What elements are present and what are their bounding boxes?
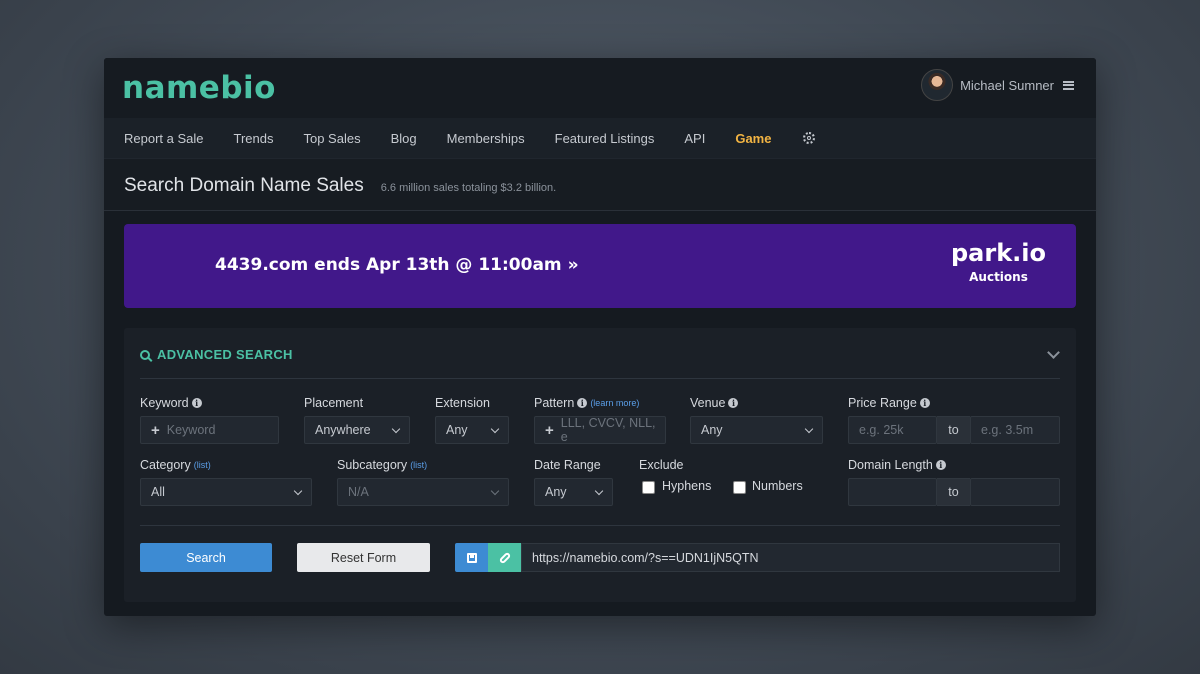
- share-url-field[interactable]: https://namebio.com/?s==UDN1IjN5QTN: [521, 543, 1060, 572]
- info-icon[interactable]: i: [577, 398, 588, 408]
- chevron-down-icon: [391, 424, 401, 434]
- price-max-input[interactable]: e.g. 3.5m: [970, 416, 1060, 444]
- hamburger-menu-icon[interactable]: [1063, 80, 1074, 90]
- numbers-checkbox[interactable]: [733, 481, 746, 494]
- chevron-down-icon: [293, 486, 303, 496]
- chevron-down-icon: [594, 486, 604, 496]
- date-range-label: Date Range: [534, 458, 601, 472]
- keyword-input[interactable]: + Keyword: [140, 416, 279, 444]
- category-label: Category (list): [140, 458, 211, 472]
- banner-text[interactable]: 4439.com ends Apr 13th @ 11:00am »: [215, 255, 579, 275]
- plus-icon[interactable]: +: [545, 423, 554, 438]
- parkio-sub: Auctions: [969, 270, 1028, 284]
- length-to-label: to: [937, 478, 970, 506]
- nav-api[interactable]: API: [684, 131, 705, 146]
- exclude-label: Exclude: [639, 458, 684, 472]
- chevron-down-icon[interactable]: [1047, 346, 1060, 359]
- chevron-down-icon: [490, 486, 500, 496]
- advanced-search-panel: ADVANCED SEARCH Keyword i Placement Exten…: [124, 328, 1076, 602]
- pattern-learn-more-link[interactable]: (learn more): [590, 398, 639, 408]
- link-icon: [498, 551, 511, 564]
- placement-select[interactable]: Anywhere: [304, 416, 410, 444]
- nav-trends[interactable]: Trends: [234, 131, 274, 146]
- nav-blog[interactable]: Blog: [391, 131, 417, 146]
- keyword-label: Keyword i: [140, 396, 202, 410]
- info-icon[interactable]: i: [919, 398, 930, 408]
- user-menu[interactable]: Michael Sumner: [921, 69, 1074, 101]
- price-to-label: to: [937, 416, 970, 444]
- avatar[interactable]: [921, 69, 954, 101]
- page-title: Search Domain Name Sales: [124, 175, 364, 196]
- nav-report-a-sale[interactable]: Report a Sale: [124, 131, 204, 146]
- user-name[interactable]: Michael Sumner: [960, 78, 1054, 93]
- advanced-search-heading: ADVANCED SEARCH: [157, 347, 293, 362]
- placement-label: Placement: [304, 396, 364, 410]
- domain-length-label: Domain Length i: [848, 458, 946, 472]
- extension-label: Extension: [435, 396, 490, 410]
- chevron-down-icon: [490, 424, 500, 434]
- save-search-button[interactable]: [455, 543, 488, 572]
- reset-form-button[interactable]: Reset Form: [297, 543, 430, 572]
- parkio-brand: park.io: [950, 239, 1046, 267]
- pattern-input[interactable]: + LLL, CVCV, NLL, e: [534, 416, 666, 444]
- nav-top-sales[interactable]: Top Sales: [303, 131, 360, 146]
- category-list-link[interactable]: (list): [194, 460, 211, 470]
- info-icon[interactable]: i: [935, 460, 946, 470]
- subcategory-select[interactable]: N/A: [337, 478, 509, 506]
- venue-select[interactable]: Any: [690, 416, 823, 444]
- browser-window: namebio Michael Sumner Report a Sale Tre…: [104, 58, 1096, 616]
- extension-select[interactable]: Any: [435, 416, 509, 444]
- subcategory-label: Subcategory (list): [337, 458, 428, 472]
- top-bar: namebio Michael Sumner: [104, 58, 1096, 118]
- theme-toggle-icon[interactable]: [803, 132, 816, 144]
- copy-link-button[interactable]: [488, 543, 521, 572]
- subcategory-list-link[interactable]: (list): [410, 460, 427, 470]
- search-icon: [140, 349, 150, 360]
- length-max-input[interactable]: [970, 478, 1060, 506]
- numbers-label[interactable]: Numbers: [752, 479, 803, 493]
- price-range-label: Price Range i: [848, 396, 930, 410]
- info-icon[interactable]: i: [728, 398, 739, 408]
- date-range-select[interactable]: Any: [534, 478, 613, 506]
- info-icon[interactable]: i: [191, 398, 202, 408]
- nav-game[interactable]: Game: [735, 131, 771, 146]
- page-subtitle: 6.6 million sales totaling $3.2 billion.: [380, 182, 557, 194]
- search-button[interactable]: Search: [140, 543, 272, 572]
- page-header: Search Domain Name Sales 6.6 million sal…: [104, 159, 1096, 211]
- hyphens-checkbox[interactable]: [642, 481, 655, 494]
- main-nav: Report a Sale Trends Top Sales Blog Memb…: [104, 118, 1096, 159]
- divider: [140, 525, 1060, 526]
- pattern-label: Pattern i (learn more): [534, 396, 640, 410]
- chevron-down-icon: [804, 424, 814, 434]
- plus-icon[interactable]: +: [151, 423, 160, 438]
- namebio-logo[interactable]: namebio: [122, 70, 276, 106]
- divider: [140, 378, 1060, 379]
- nav-featured-listings[interactable]: Featured Listings: [555, 131, 655, 146]
- parkio-logo[interactable]: park.io Auctions: [951, 239, 1046, 285]
- price-min-input[interactable]: e.g. 25k: [848, 416, 937, 444]
- advanced-search-toggle[interactable]: ADVANCED SEARCH: [140, 347, 293, 362]
- nav-memberships[interactable]: Memberships: [447, 131, 525, 146]
- venue-label: Venue i: [690, 396, 739, 410]
- category-select[interactable]: All: [140, 478, 312, 506]
- save-icon: [466, 552, 477, 563]
- hyphens-label[interactable]: Hyphens: [662, 479, 711, 493]
- length-min-input[interactable]: [848, 478, 937, 506]
- auction-banner[interactable]: 4439.com ends Apr 13th @ 11:00am » park.…: [124, 224, 1076, 308]
